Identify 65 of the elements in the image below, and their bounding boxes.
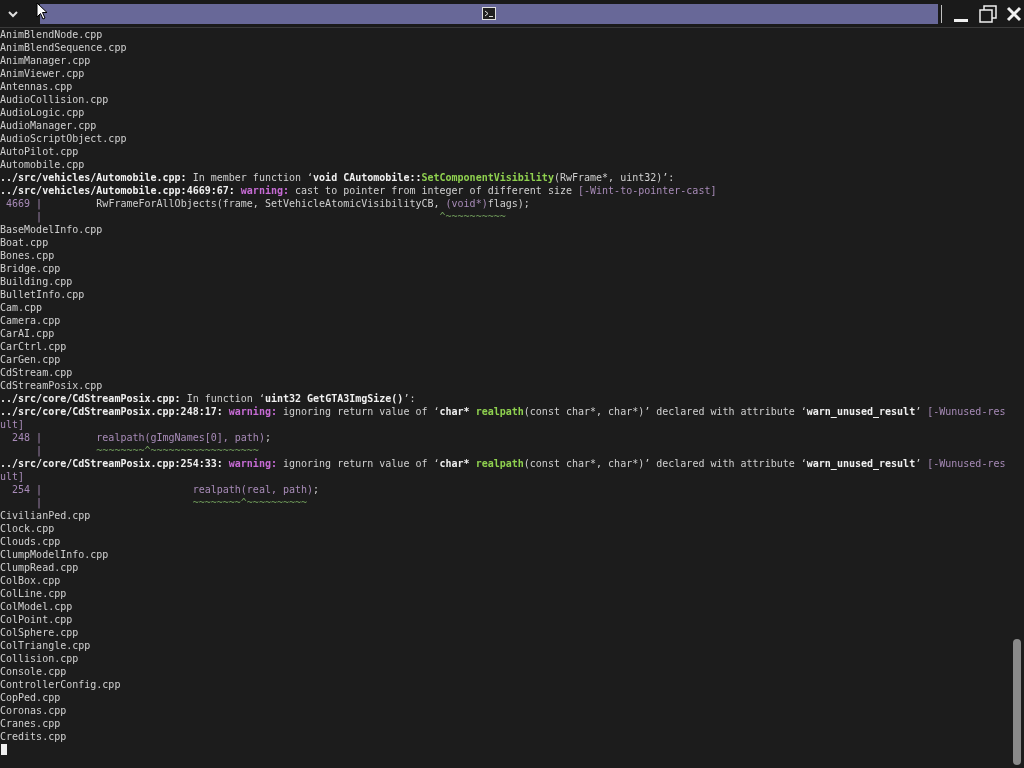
terminal-line: ../src/core/CdStreamPosix.cpp: In function ‘uint32 GetGTA3ImgSize()’: bbox=[0, 392, 416, 405]
terminal-line: Boat.cpp bbox=[0, 236, 49, 249]
terminal-line: Credits.cpp bbox=[0, 730, 67, 743]
terminal-line: CarGen.cpp bbox=[0, 353, 61, 366]
terminal-line: Coronas.cpp bbox=[0, 704, 67, 717]
minimize-icon bbox=[954, 18, 968, 22]
terminal-line: 254 | realpath(real, path); bbox=[11, 483, 320, 496]
terminal-line: Cranes.cpp bbox=[0, 717, 61, 730]
terminal-line: AudioLogic.cpp bbox=[0, 106, 85, 119]
terminal-line: CarCtrl.cpp bbox=[0, 340, 67, 353]
terminal-line: CarAI.cpp bbox=[0, 327, 55, 340]
terminal-line: AudioCollision.cpp bbox=[0, 93, 109, 106]
terminal-line: ../src/core/CdStreamPosix.cpp:254:33: warning: ignoring return value of ‘char* realpath(const char*, char*)’ declared with attribute ‘warn_unused_result’ [-Wunused-res bbox=[0, 457, 1006, 470]
terminal-line: 4669 | RwFrameForAllObjects(frame, SetVehicleAtomicVisibilityCB, (void*)flags); bbox=[5, 197, 530, 210]
terminal-line: AnimBlendSequence.cpp bbox=[0, 41, 127, 54]
terminal-line: Antennas.cpp bbox=[0, 80, 73, 93]
terminal-line: CdStreamPosix.cpp bbox=[0, 379, 103, 392]
terminal-line: AudioScriptObject.cpp bbox=[0, 132, 127, 145]
scrollbar-thumb[interactable] bbox=[1013, 639, 1021, 765]
terminal-line: ColBox.cpp bbox=[0, 574, 61, 587]
terminal-line: ColTriangle.cpp bbox=[0, 639, 91, 652]
terminal-line: ControllerConfig.cpp bbox=[0, 678, 121, 691]
terminal-line: Clock.cpp bbox=[0, 522, 55, 535]
terminal-line: | ~~~~~~~~^~~~~~~~~~~ bbox=[35, 496, 308, 509]
terminal-line: | ~~~~~~~~^~~~~~~~~~~~~~~~~~~ bbox=[35, 444, 259, 457]
terminal-line: | ^~~~~~~~~~~ bbox=[35, 210, 506, 223]
terminal-line: Automobile.cpp bbox=[0, 158, 85, 171]
terminal-line: AudioManager.cpp bbox=[0, 119, 97, 132]
terminal-line: ult] bbox=[0, 418, 25, 431]
restore-icon bbox=[979, 4, 997, 23]
terminal-icon bbox=[482, 7, 496, 20]
terminal-line: ColLine.cpp bbox=[0, 587, 67, 600]
terminal-line: Collision.cpp bbox=[0, 652, 79, 665]
terminal-line: ult] bbox=[0, 470, 25, 483]
terminal-line: Camera.cpp bbox=[0, 314, 61, 327]
terminal-line: ClumpModelInfo.cpp bbox=[0, 548, 109, 561]
terminal-line: 248 | realpath(gImgNames[0], path); bbox=[11, 431, 271, 444]
terminal-line: ../src/vehicles/Automobile.cpp:4669:67: warning: cast to pointer from integer of different size [-Wint-to-pointer-cast] bbox=[0, 184, 717, 197]
terminal-line: Console.cpp bbox=[0, 665, 67, 678]
terminal-line: CivilianPed.cpp bbox=[0, 509, 91, 522]
terminal-line: ../src/vehicles/Automobile.cpp: In member function ‘void CAutomobile::SetComponentVisibility(RwFrame*, uint32)’: bbox=[0, 171, 675, 184]
text-cursor bbox=[1, 744, 7, 755]
terminal-line: Bridge.cpp bbox=[0, 262, 61, 275]
chevron-down-icon bbox=[7, 9, 19, 18]
title-bar[interactable] bbox=[40, 3, 938, 24]
terminal-line: Cam.cpp bbox=[0, 301, 43, 314]
terminal-line: ColModel.cpp bbox=[0, 600, 73, 613]
terminal-line: BaseModelInfo.cpp bbox=[0, 223, 103, 236]
terminal-line: ColPoint.cpp bbox=[0, 613, 73, 626]
terminal-line: CdStream.cpp bbox=[0, 366, 73, 379]
terminal-line: Building.cpp bbox=[0, 275, 73, 288]
terminal-line: AnimViewer.cpp bbox=[0, 67, 85, 80]
terminal-line: AnimManager.cpp bbox=[0, 54, 91, 67]
mouse-pointer-icon bbox=[36, 2, 48, 20]
terminal-line: AutoPilot.cpp bbox=[0, 145, 79, 158]
terminal-line: BulletInfo.cpp bbox=[0, 288, 85, 301]
terminal-line: Clouds.cpp bbox=[0, 535, 61, 548]
terminal-line: AnimBlendNode.cpp bbox=[0, 28, 103, 41]
maximize-button[interactable] bbox=[978, 3, 998, 24]
terminal-line: ClumpRead.cpp bbox=[0, 561, 79, 574]
close-icon bbox=[1006, 5, 1022, 22]
terminal-line: ColSphere.cpp bbox=[0, 626, 79, 639]
terminal-line: Bones.cpp bbox=[0, 249, 55, 262]
terminal-line: CopPed.cpp bbox=[0, 691, 61, 704]
terminal-line: ../src/core/CdStreamPosix.cpp:248:17: warning: ignoring return value of ‘char* realpath(const char*, char*)’ declared with attribute ‘warn_unused_result’ [-Wunused-res bbox=[0, 405, 1006, 418]
